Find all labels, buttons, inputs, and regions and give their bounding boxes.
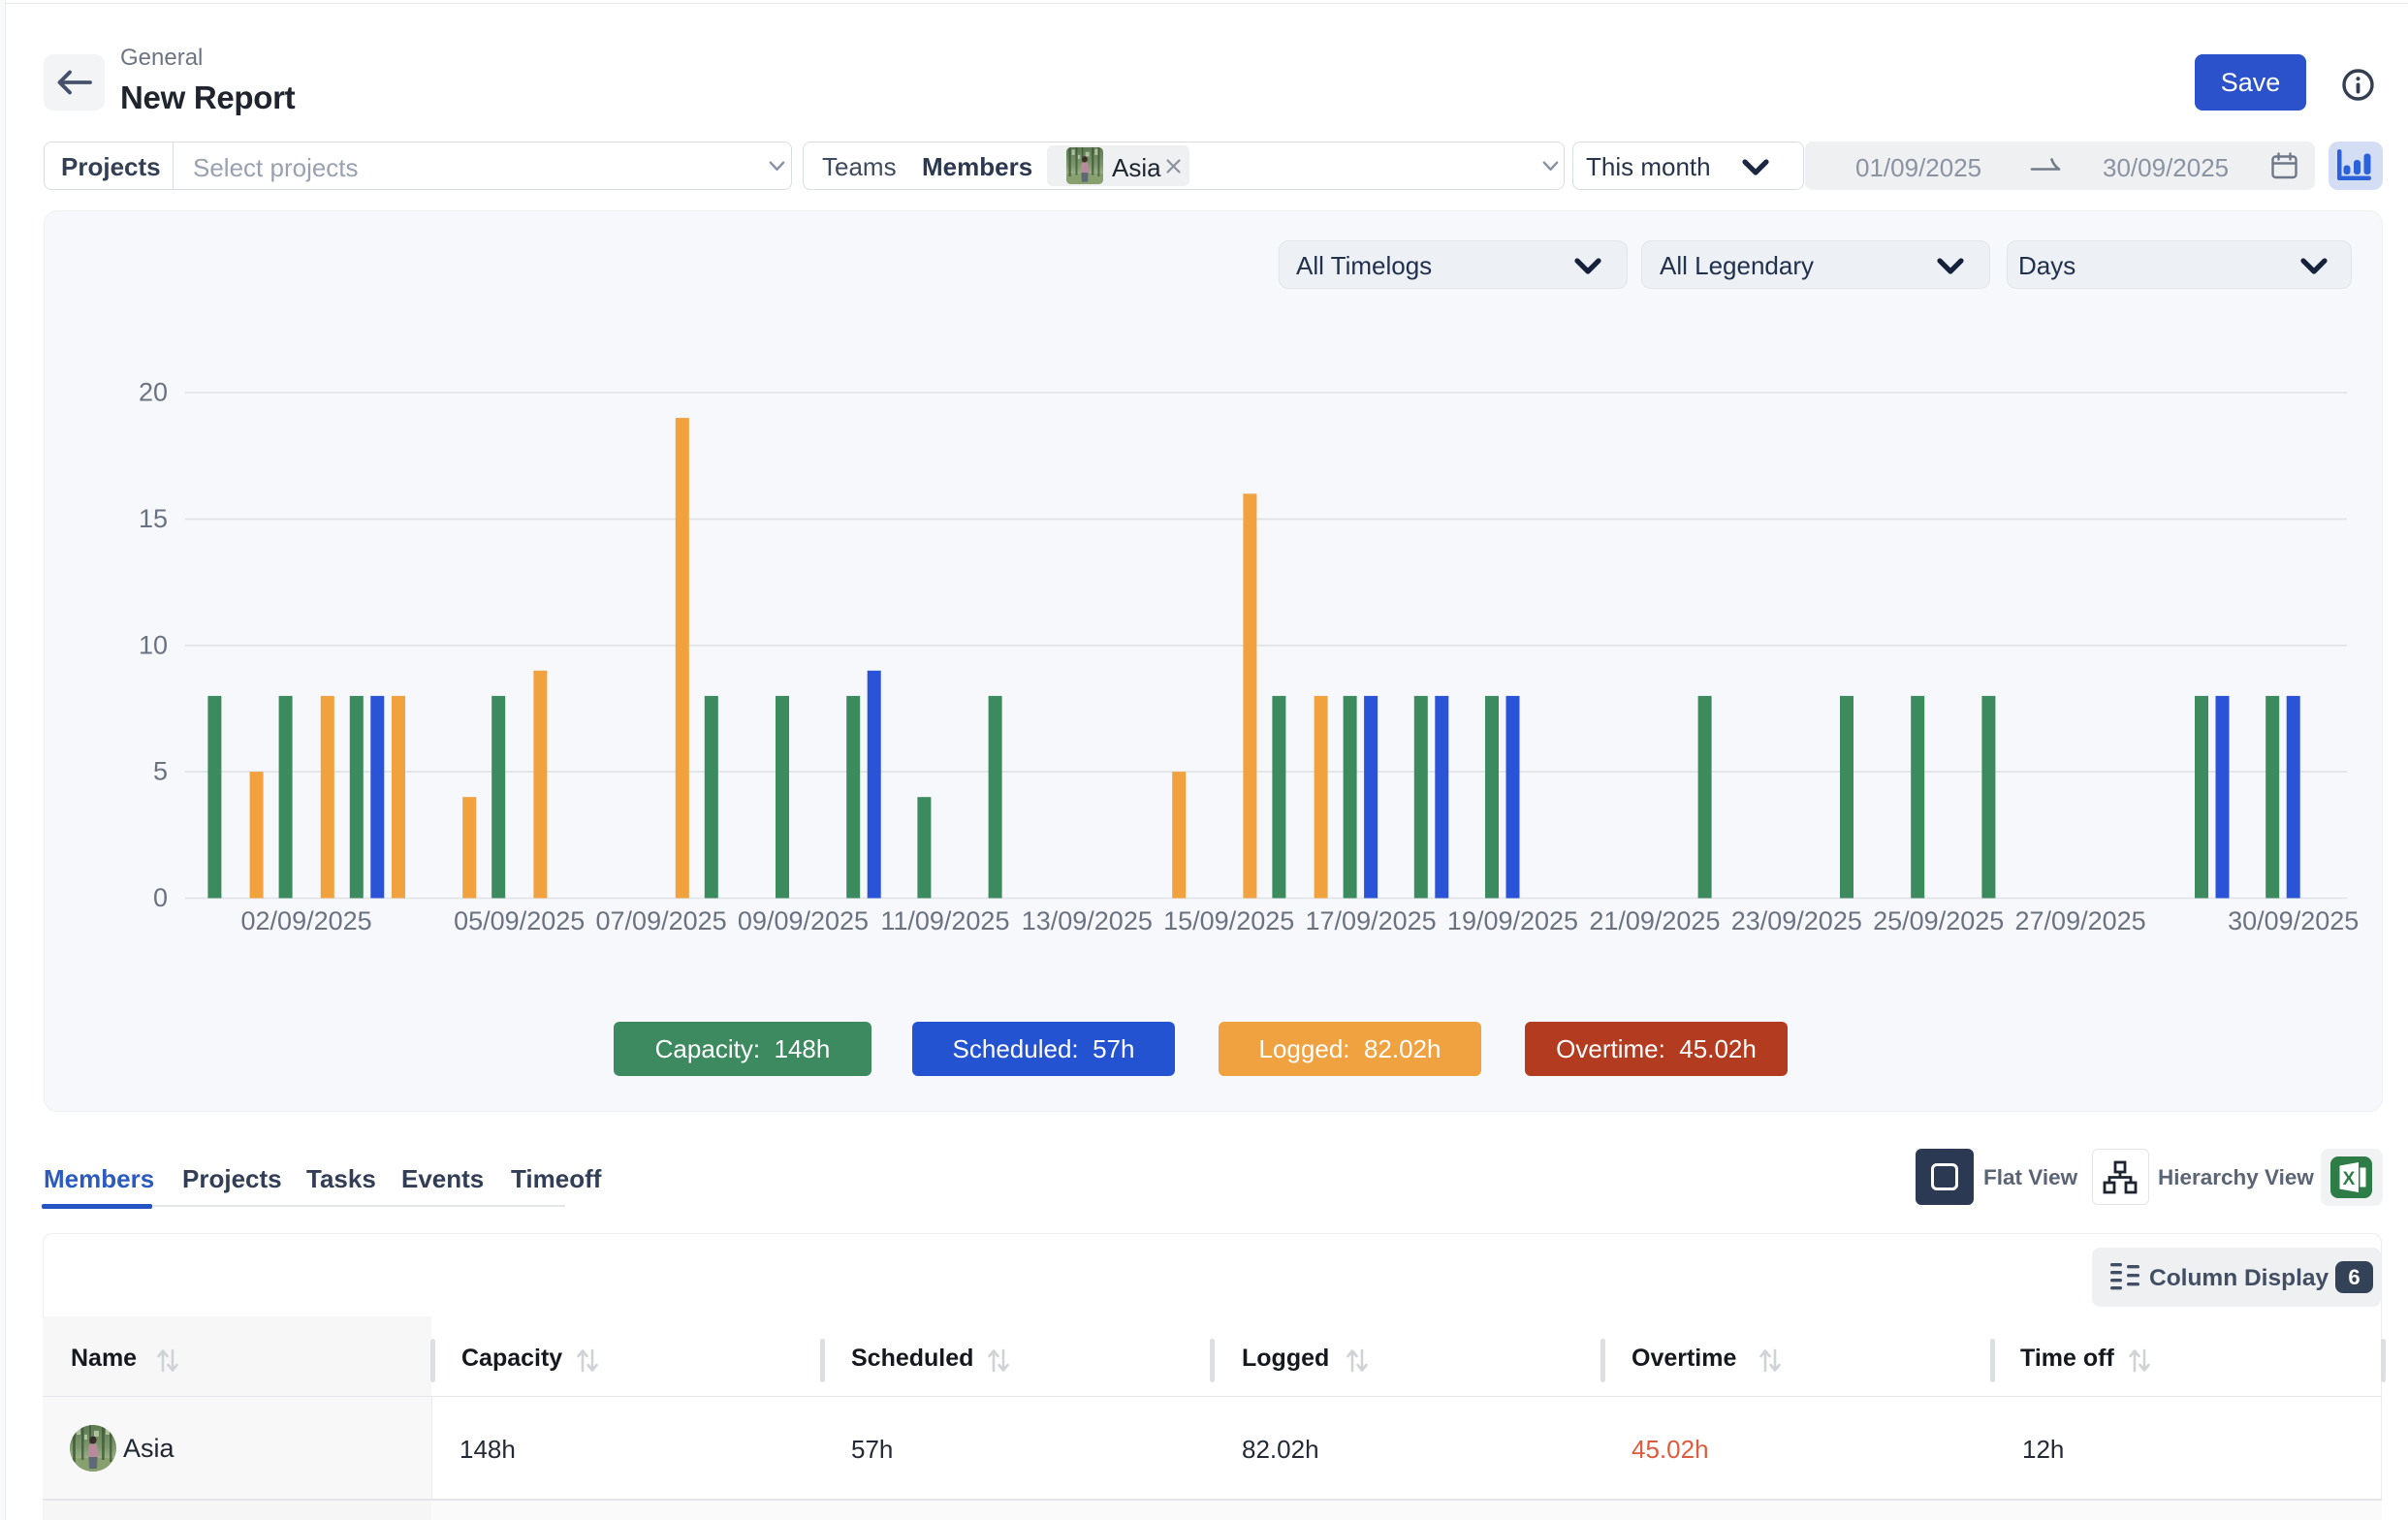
svg-text:17/09/2025: 17/09/2025	[1306, 906, 1437, 935]
svg-text:10: 10	[139, 630, 168, 659]
svg-text:25/09/2025: 25/09/2025	[1873, 906, 2004, 935]
svg-text:27/09/2025: 27/09/2025	[2015, 906, 2146, 935]
svg-text:11/09/2025: 11/09/2025	[880, 906, 1009, 935]
svg-text:15/09/2025: 15/09/2025	[1163, 906, 1294, 935]
svg-text:X: X	[2343, 1169, 2356, 1189]
svg-text:23/09/2025: 23/09/2025	[1731, 906, 1862, 935]
svg-text:02/09/2025: 02/09/2025	[241, 906, 372, 935]
svg-text:30/09/2025: 30/09/2025	[2228, 906, 2359, 935]
svg-text:05/09/2025: 05/09/2025	[454, 906, 585, 935]
svg-text:20: 20	[139, 378, 168, 407]
svg-text:13/09/2025: 13/09/2025	[1022, 906, 1153, 935]
svg-text:0: 0	[153, 883, 168, 912]
svg-text:19/09/2025: 19/09/2025	[1447, 906, 1578, 935]
svg-text:09/09/2025: 09/09/2025	[738, 906, 869, 935]
svg-text:5: 5	[153, 757, 168, 786]
svg-text:21/09/2025: 21/09/2025	[1589, 906, 1720, 935]
svg-text:07/09/2025: 07/09/2025	[596, 906, 727, 935]
svg-text:15: 15	[139, 504, 168, 533]
